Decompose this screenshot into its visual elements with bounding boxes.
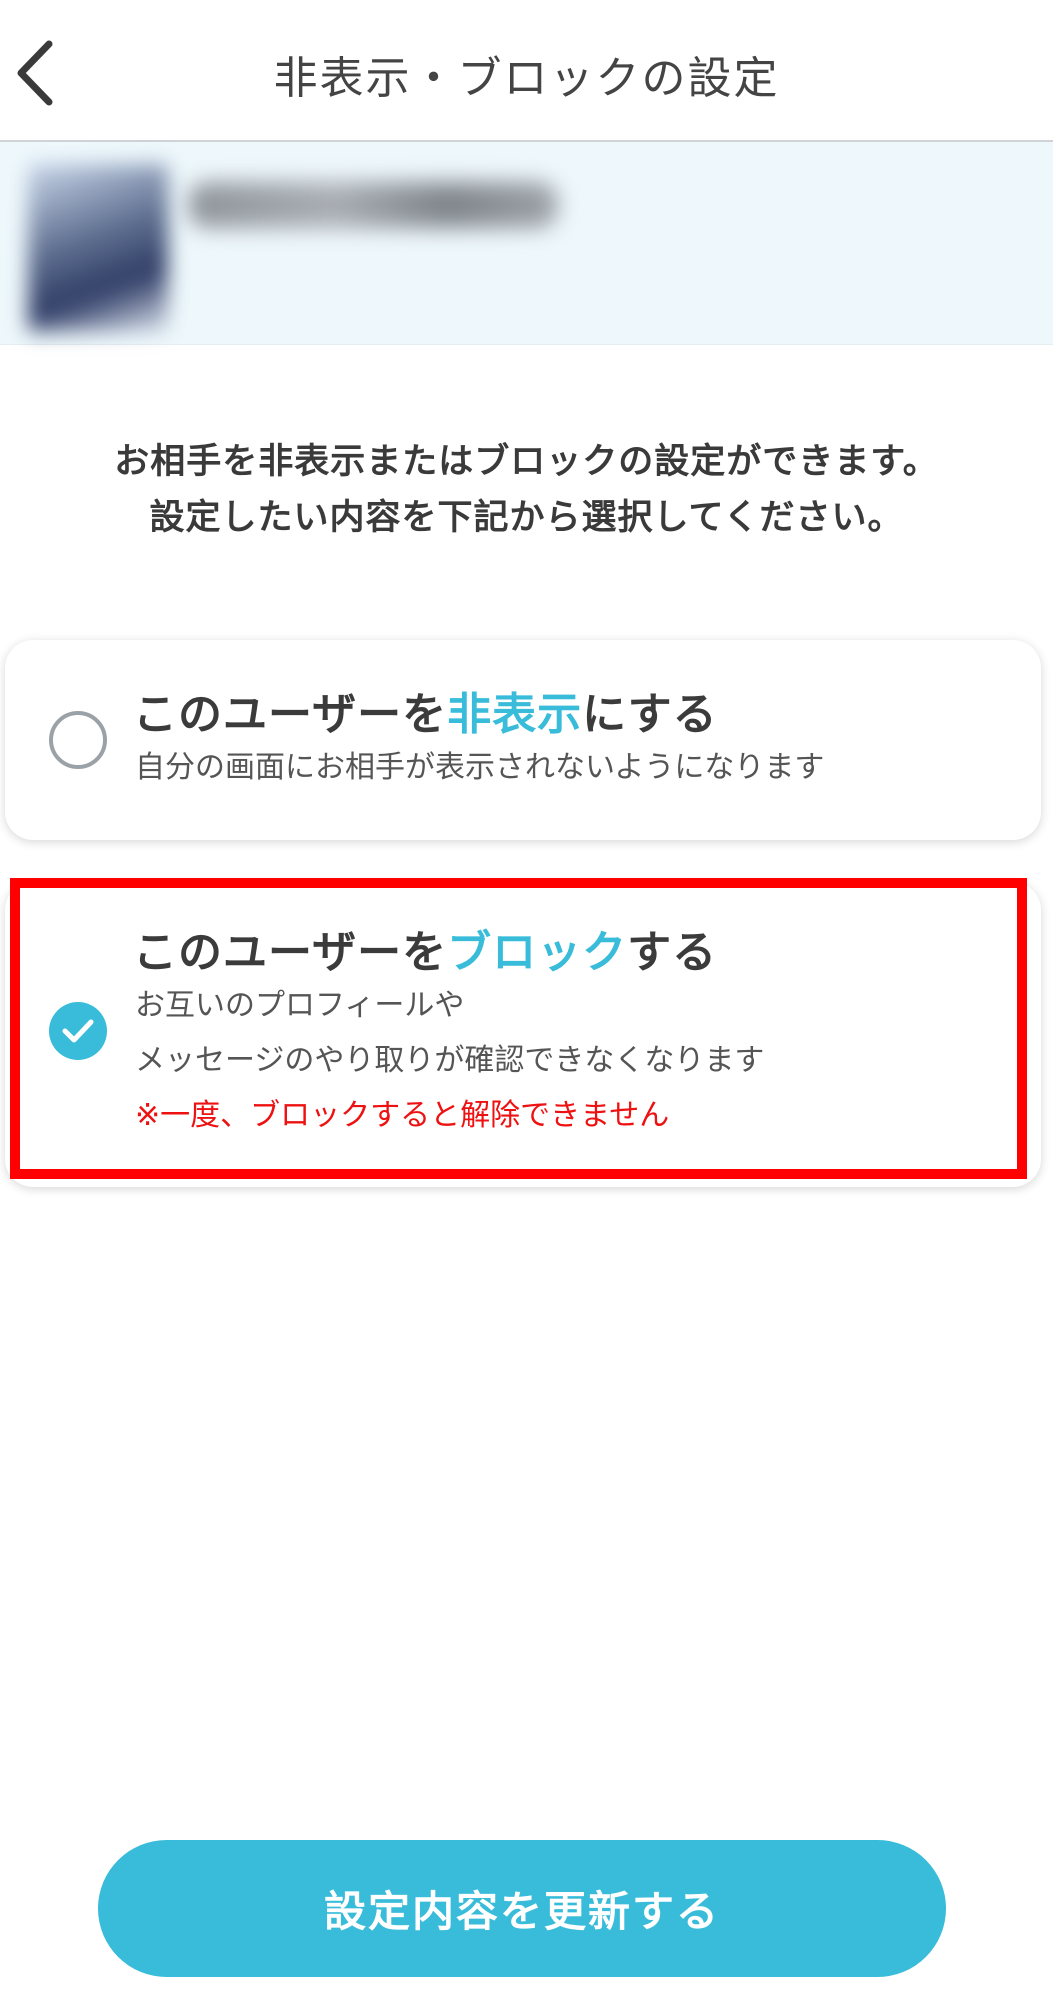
- app-screen: 非表示・ブロックの設定 お相手を非表示またはブロックの設定ができます。 設定した…: [0, 0, 1053, 1999]
- instruction-line-1: お相手を非表示またはブロックの設定ができます。: [114, 442, 939, 482]
- option-block-title: このユーザーをブロックする: [133, 916, 717, 980]
- user-name-blurred: [188, 182, 558, 228]
- option-block-card[interactable]: このユーザーをブロックする お互いのプロフィールや メッセージのやり取りが確認で…: [5, 882, 1041, 1187]
- option-hide-card[interactable]: このユーザーを非表示にする 自分の画面にお相手が表示されないようになります: [5, 640, 1041, 840]
- option-block-description: お互いのプロフィールや メッセージのやり取りが確認できなくなります ※一度、ブロ…: [135, 978, 764, 1143]
- instruction-text: お相手を非表示またはブロックの設定ができます。 設定したい内容を下記から選択して…: [0, 434, 1053, 546]
- radio-unchecked-icon[interactable]: [49, 711, 107, 769]
- header-bar: 非表示・ブロックの設定: [0, 0, 1053, 142]
- option-hide-desc-line: 自分の画面にお相手が表示されないようになります: [135, 750, 825, 785]
- profile-banner: [0, 142, 1053, 345]
- option-block-title-prefix: このユーザーを: [133, 927, 448, 978]
- option-block-title-accent: ブロック: [447, 927, 628, 978]
- option-hide-title: このユーザーを非表示にする: [133, 678, 718, 742]
- option-hide-description: 自分の画面にお相手が表示されないようになります: [135, 740, 824, 795]
- block-warning-text: ※一度、ブロックすると解除できません: [135, 1098, 670, 1133]
- checkmark-icon: [62, 1019, 94, 1043]
- radio-checked-icon[interactable]: [49, 1002, 107, 1060]
- option-hide-title-accent: 非表示: [447, 689, 583, 740]
- instruction-line-2: 設定したい内容を下記から選択してください。: [149, 498, 904, 538]
- update-settings-button[interactable]: 設定内容を更新する: [98, 1840, 946, 1977]
- option-block-desc-line-2: メッセージのやり取りが確認できなくなります: [135, 1043, 765, 1078]
- option-hide-title-suffix: にする: [582, 689, 718, 740]
- option-hide-title-prefix: このユーザーを: [133, 689, 448, 740]
- option-block-desc-line-1: お互いのプロフィールや: [135, 988, 465, 1023]
- page-title: 非表示・ブロックの設定: [273, 53, 780, 104]
- option-block-title-suffix: する: [627, 927, 718, 978]
- avatar: [28, 164, 168, 332]
